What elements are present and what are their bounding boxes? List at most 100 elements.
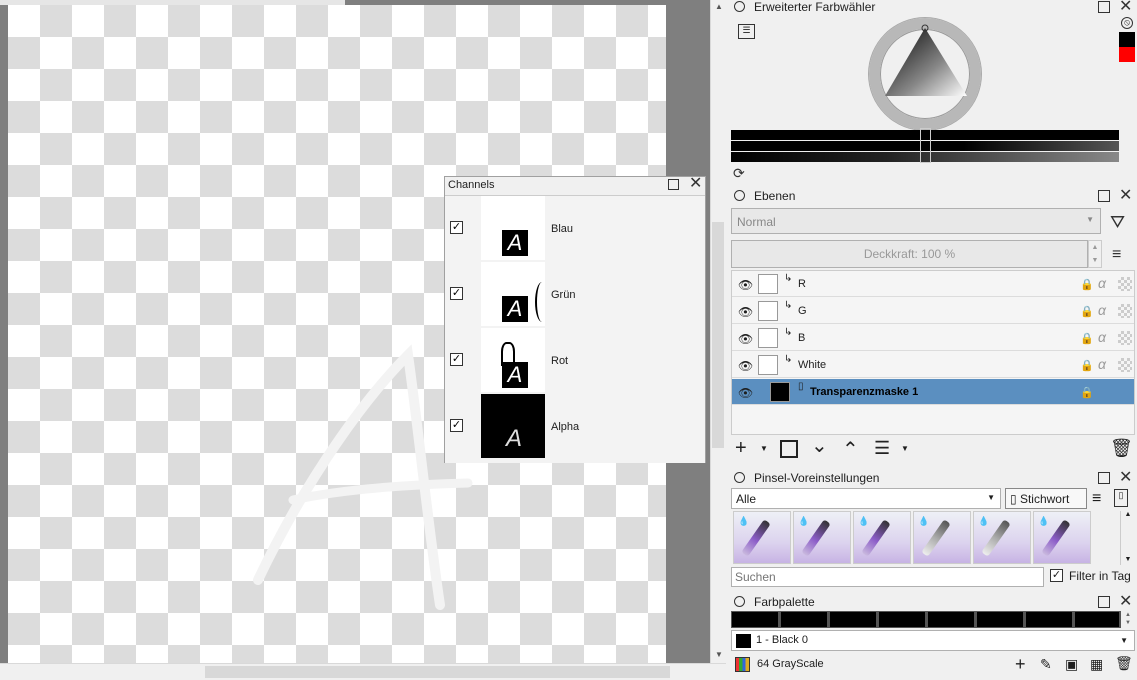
alpha-lock-icon[interactable]: α	[1098, 329, 1106, 345]
close-icon[interactable]: ✕	[1119, 188, 1132, 204]
slider-handle[interactable]	[920, 128, 931, 163]
channel-checkbox[interactable]: ✓	[450, 419, 463, 432]
chevron-down-icon[interactable]: ▼	[760, 444, 768, 453]
chevron-down-icon[interactable]: ▼	[901, 444, 909, 453]
tag-button[interactable]: ▯ Stichwort	[1005, 488, 1087, 509]
refresh-icon[interactable]: ⟳	[733, 165, 745, 182]
alpha-lock-icon[interactable]: α	[1098, 275, 1106, 291]
move-layer-up-icon[interactable]: ⌃	[842, 440, 859, 460]
brush-preset-thumb[interactable]: 💧	[793, 511, 851, 564]
horizontal-scroll-thumb[interactable]	[205, 666, 670, 678]
inherit-alpha-icon[interactable]	[1118, 331, 1132, 345]
layer-row[interactable]: 👁 ↳ White 🔒 α	[732, 352, 1134, 378]
lock-icon[interactable]: 🔒	[1080, 305, 1094, 318]
save-palette-icon[interactable]: ▣	[1065, 656, 1078, 673]
bookmark-icon: ▯	[1010, 492, 1017, 506]
drop-icon: 💧	[858, 516, 870, 526]
brush-preset-thumb[interactable]: 💧	[853, 511, 911, 564]
scroll-down-arrow-icon[interactable]: ▼	[1121, 556, 1135, 563]
palette-swatch[interactable]	[781, 612, 828, 627]
inherit-alpha-icon[interactable]	[1118, 358, 1132, 372]
value-triangle[interactable]	[885, 24, 971, 100]
layer-row[interactable]: 👁 ↳ G 🔒 α	[732, 298, 1134, 324]
brush-view-menu-icon[interactable]: ≡	[1092, 490, 1101, 508]
foreground-color-swatch[interactable]	[1119, 32, 1135, 47]
inherit-alpha-icon[interactable]	[1118, 277, 1132, 291]
channel-checkbox[interactable]: ✓	[450, 287, 463, 300]
lock-icon[interactable]: 🔒	[1080, 359, 1094, 372]
close-icon[interactable]: ✕	[1119, 594, 1132, 610]
channel-thumbnail: A	[481, 196, 545, 260]
eye-icon[interactable]: 👁	[738, 305, 753, 319]
duplicate-layer-icon[interactable]	[780, 440, 798, 458]
dock-lock-icon[interactable]	[734, 472, 745, 483]
palette-swatch[interactable]	[1026, 612, 1073, 627]
alpha-lock-icon[interactable]: α	[1098, 302, 1106, 318]
brush-preset-thumb[interactable]: 💧	[733, 511, 791, 564]
float-icon[interactable]	[1098, 190, 1110, 202]
layer-properties-icon[interactable]: ☰	[874, 438, 890, 458]
close-icon[interactable]: ✕	[689, 176, 702, 192]
palette-color-select[interactable]: 1 - Black 0 ▼	[731, 630, 1135, 651]
float-icon[interactable]	[1098, 596, 1110, 608]
palette-swatch[interactable]	[1075, 612, 1120, 627]
palette-grid-icon[interactable]: ▦	[1090, 656, 1103, 673]
layers-menu-icon[interactable]: ≡	[1112, 246, 1121, 264]
layer-row-selected[interactable]: 👁 ▯ Transparenzmaske 1 🔒	[732, 379, 1134, 405]
filter-in-tag-checkbox[interactable]: ✓	[1050, 569, 1063, 582]
delete-layer-icon[interactable]: 🗑	[1110, 438, 1133, 458]
brush-tag-select[interactable]: Alle ▼	[731, 488, 1001, 509]
brush-search-input[interactable]	[731, 567, 1044, 587]
channels-title: Channels	[448, 179, 495, 191]
blend-mode-select[interactable]: Normal ▼	[731, 208, 1101, 234]
close-icon[interactable]: ✕	[1119, 0, 1132, 15]
brush-preset-thumb[interactable]: 💧	[1033, 511, 1091, 564]
dock-lock-icon[interactable]	[734, 190, 745, 201]
background-color-swatch[interactable]	[1119, 47, 1135, 62]
palette-swatch[interactable]	[879, 612, 926, 627]
add-layer-icon[interactable]: +	[735, 438, 747, 458]
alpha-lock-icon[interactable]: α	[1098, 356, 1106, 372]
float-icon[interactable]	[668, 179, 679, 190]
eye-icon[interactable]: 👁	[738, 386, 753, 400]
vertical-scroll-thumb[interactable]	[712, 222, 724, 448]
palette-spinner[interactable]: ▲ ▼	[1121, 611, 1135, 628]
add-color-icon[interactable]: +	[1015, 654, 1026, 675]
float-icon[interactable]	[1098, 1, 1110, 13]
close-icon[interactable]: ✕	[1119, 470, 1132, 486]
dock-lock-icon[interactable]	[734, 1, 745, 12]
color-selector-settings-icon[interactable]: ☰	[738, 24, 755, 39]
scroll-down-arrow-icon[interactable]: ▼	[711, 648, 727, 662]
delete-color-icon[interactable]: 🗑	[1115, 655, 1133, 672]
lock-icon[interactable]: 🔒	[1080, 278, 1094, 291]
brush-preset-thumb[interactable]: 💧	[913, 511, 971, 564]
float-icon[interactable]	[1098, 472, 1110, 484]
palette-swatch[interactable]	[977, 612, 1024, 627]
palette-swatch[interactable]	[732, 612, 779, 627]
layer-row[interactable]: 👁 ↳ B 🔒 α	[732, 325, 1134, 351]
brush-list-scrollbar[interactable]: ▲ ▼	[1120, 511, 1135, 565]
layer-row[interactable]: 👁 ↳ R 🔒 α	[732, 271, 1134, 297]
palette-swatch[interactable]	[830, 612, 877, 627]
brush-settings-icon[interactable]: ▯	[1114, 489, 1128, 507]
move-layer-down-icon[interactable]: ⌄	[811, 436, 828, 456]
lock-icon[interactable]: 🔒	[1080, 386, 1094, 399]
inherit-alpha-icon[interactable]	[1118, 304, 1132, 318]
eye-icon[interactable]: 👁	[738, 359, 753, 373]
channel-checkbox[interactable]: ✓	[450, 221, 463, 234]
palette-swatch[interactable]	[928, 612, 975, 627]
scroll-up-arrow-icon[interactable]: ▲	[711, 0, 727, 14]
eye-icon[interactable]: 👁	[738, 332, 753, 346]
reset-colors-icon[interactable]: ⦸	[1121, 17, 1133, 29]
opacity-slider[interactable]: Deckkraft: 100 %	[731, 240, 1088, 268]
eye-icon[interactable]: 👁	[738, 278, 753, 292]
edit-color-icon[interactable]: ✎	[1040, 656, 1052, 673]
filter-icon[interactable]: ⛛	[1110, 212, 1125, 233]
scroll-up-arrow-icon[interactable]: ▲	[1121, 511, 1135, 518]
brush-preset-thumb[interactable]: 💧	[973, 511, 1031, 564]
channel-label: Blau	[551, 223, 574, 235]
opacity-spinner[interactable]: ▲ ▼	[1088, 240, 1102, 268]
lock-icon[interactable]: 🔒	[1080, 332, 1094, 345]
channel-checkbox[interactable]: ✓	[450, 353, 463, 366]
dock-lock-icon[interactable]	[734, 596, 745, 607]
